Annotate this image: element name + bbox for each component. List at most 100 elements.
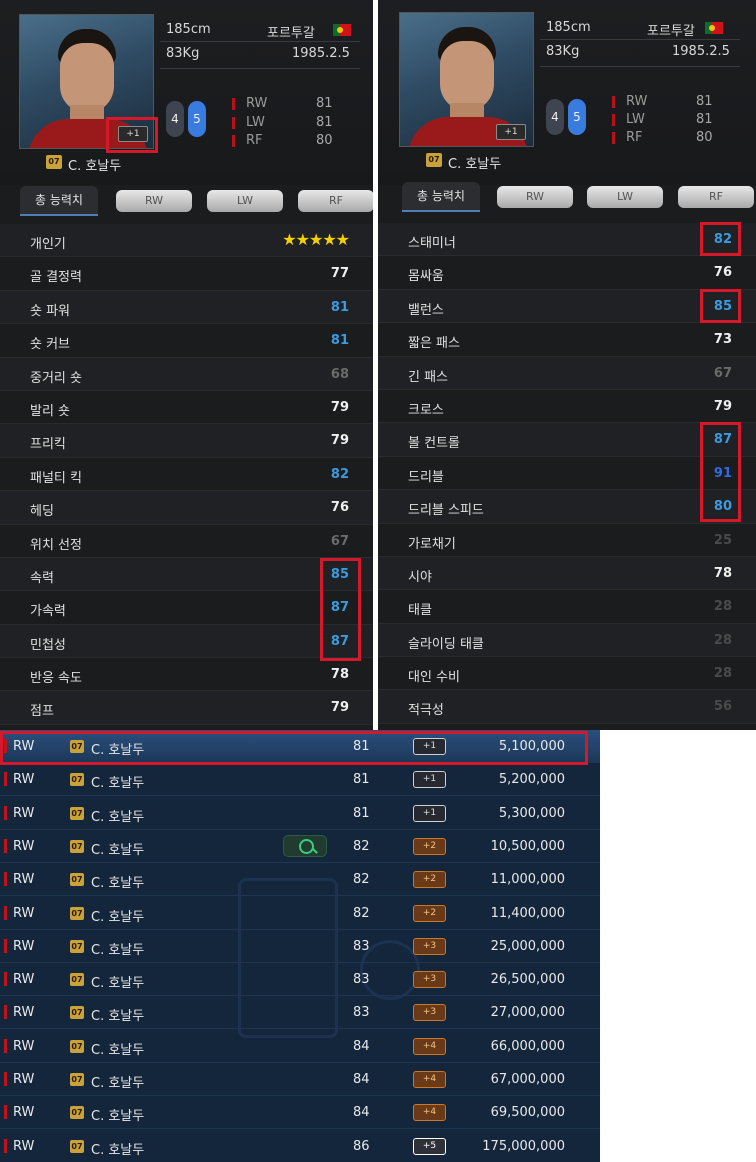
season-badge: 07 (70, 973, 84, 987)
stat-label: 밸런스 (408, 302, 444, 318)
tab-rf[interactable]: RF (678, 186, 754, 208)
season-badge: 07 (70, 806, 84, 820)
stat-row: 민첩성 87 (0, 624, 373, 659)
stat-label: 드리블 스피드 (408, 503, 484, 519)
stat-row: 숏 커브 81 (0, 324, 373, 358)
enhance-badge: +1 (496, 124, 526, 140)
position-bar (4, 1038, 7, 1053)
grade-badge: +2 (413, 904, 446, 922)
position-label: RW (13, 1005, 35, 1021)
stat-row: 속력 85 (0, 557, 373, 592)
market-row[interactable]: RW 07 C. 호날두 82 +2 10,500,000 (0, 830, 600, 863)
stat-value: 25 (713, 532, 732, 548)
stat-label: 태클 (408, 603, 432, 619)
season-badge: 07 (70, 1006, 84, 1020)
grade-badge: +2 (413, 871, 446, 889)
grade-badge: +5 (413, 1137, 446, 1155)
tab-rw[interactable]: RW (497, 186, 573, 208)
grade-badge: +4 (413, 1071, 446, 1088)
stat-label: 프리킥 (30, 437, 66, 453)
season-badge: 07 (70, 939, 84, 953)
highlight-dribble-stats (700, 422, 741, 522)
stat-value: 78 (330, 667, 349, 683)
stat-label: 중거리 숏 (30, 370, 82, 386)
stat-row: 위치 선정 67 (0, 525, 373, 558)
player-name: C. 호날두 (91, 1009, 145, 1025)
market-row[interactable]: RW 07 C. 호날두 84 +4 69,500,000 (0, 1096, 600, 1130)
season-badge: 07 (70, 1073, 84, 1086)
market-row[interactable]: RW 07 C. 호날두 83 +3 25,000,000 (0, 930, 600, 963)
overall-value: 82 (353, 838, 370, 854)
tab-lw[interactable]: LW (587, 186, 663, 208)
stat-value: 79 (713, 398, 732, 414)
stat-label: 발리 숏 (30, 403, 71, 419)
grade-badge: +1 (413, 804, 446, 822)
season-badge: 07 (426, 153, 442, 167)
stat-row: 패널티 킥 82 (0, 458, 373, 492)
stat-row: 슬라이딩 태클 28 (378, 623, 756, 658)
stat-row: 개인기 ★★★★★ (0, 224, 373, 258)
stat-row: 숏 파워 81 (0, 290, 373, 325)
highlight-enhance (106, 117, 158, 153)
market-row[interactable]: RW 07 C. 호날두 83 +3 27,000,000 (0, 996, 600, 1030)
player-name: C. 호날두 (91, 1109, 145, 1125)
stat-row: 가로채기 25 (378, 524, 756, 557)
search-icon[interactable] (283, 834, 327, 857)
tab-rf[interactable]: RF (298, 190, 373, 212)
stat-label: 반응 속도 (30, 671, 82, 687)
overall-value: 83 (353, 1005, 370, 1021)
stat-row: 반응 속도 78 (0, 658, 373, 692)
stat-value: 28 (713, 599, 732, 615)
season-badge: 07 (46, 155, 62, 169)
tab-rw[interactable]: RW (116, 190, 192, 212)
stat-value: 67 (330, 533, 349, 549)
market-row[interactable]: RW 07 C. 호날두 84 +4 66,000,000 (0, 1030, 600, 1063)
position-bar (4, 1072, 7, 1086)
player-card-left: +1 07 C. 호날두 185cm 포르투갈 83Kg 1985.2.5 4 … (0, 0, 373, 730)
market-row[interactable]: RW 07 C. 호날두 81 +1 5,300,000 (0, 797, 600, 830)
strong-foot-icon: 5 (188, 101, 206, 137)
market-row[interactable]: RW 07 C. 호날두 84 +4 67,000,000 (0, 1063, 600, 1096)
stat-value: 73 (713, 332, 732, 348)
tab-lw[interactable]: LW (207, 190, 283, 212)
skill-stars-icon: ★★★★★ (282, 230, 350, 249)
strong-foot-icon: 5 (568, 99, 586, 135)
stat-value: 67 (713, 365, 732, 381)
market-row[interactable]: RW 07 C. 호날두 81 +1 5,200,000 (0, 763, 600, 797)
position-label: RW (13, 772, 35, 788)
stat-row: 긴 패스 67 (378, 356, 756, 390)
position-bar (4, 1105, 7, 1120)
player-name: C. 호날두 (448, 157, 502, 172)
stat-row: 중거리 숏 68 (0, 357, 373, 391)
player-name: C. 호날두 (91, 976, 145, 992)
highlight-first-listing (0, 731, 588, 765)
stat-label: 개인기 (30, 237, 66, 252)
tab-total[interactable]: 총 능력치 (402, 182, 480, 212)
overall-value: 82 (353, 905, 370, 921)
stat-label: 시야 (408, 569, 432, 585)
season-badge: 07 (70, 1039, 84, 1053)
price-value: 5,200,000 (498, 772, 565, 788)
player-name: C. 호날두 (91, 942, 145, 958)
market-row[interactable]: RW 07 C. 호날두 86 +5 175,000,000 (0, 1130, 600, 1162)
season-badge: 07 (70, 873, 84, 887)
tab-total[interactable]: 총 능력치 (20, 186, 98, 216)
stat-label: 적극성 (408, 703, 444, 719)
position-bar (4, 1005, 7, 1020)
position-label: RW (13, 972, 35, 988)
position-bar (4, 772, 7, 787)
market-row[interactable]: RW 07 C. 호날두 82 +2 11,400,000 (0, 897, 600, 930)
stat-value: 79 (330, 399, 349, 415)
stat-row: 태클 28 (378, 590, 756, 624)
market-row[interactable]: RW 07 C. 호날두 82 +2 11,000,000 (0, 863, 600, 897)
stat-label: 대인 수비 (408, 670, 460, 686)
market-row[interactable]: RW 07 C. 호날두 83 +3 26,500,000 (0, 963, 600, 997)
grade-badge: +3 (413, 971, 446, 989)
position-label: RW (13, 1138, 35, 1154)
position-bar (4, 1138, 7, 1153)
birth-text: 1985.2.5 (292, 46, 350, 61)
position-label: RW (13, 905, 35, 921)
portugal-flag-icon (705, 22, 723, 34)
position-label: RW (13, 1072, 35, 1087)
season-badge: 07 (70, 1139, 84, 1153)
